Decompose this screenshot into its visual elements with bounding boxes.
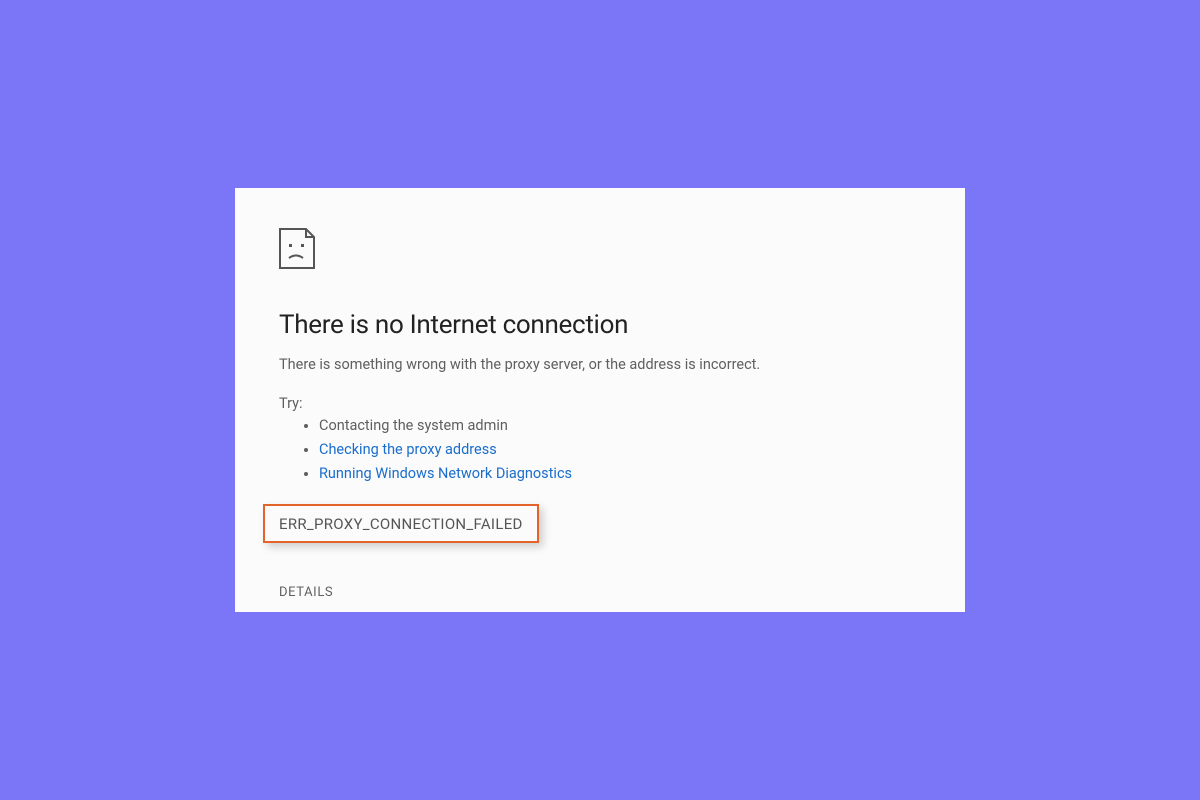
error-subtitle: There is something wrong with the proxy … (279, 356, 921, 373)
error-code-highlight: ERR_PROXY_CONNECTION_FAILED (263, 504, 539, 543)
details-button[interactable]: DETAILS (279, 585, 333, 600)
suggestion-item: Contacting the system admin (319, 414, 921, 438)
error-panel: There is no Internet connection There is… (235, 188, 965, 612)
suggestions-list: Contacting the system admin Checking the… (279, 414, 921, 486)
network-diagnostics-link[interactable]: Running Windows Network Diagnostics (319, 465, 572, 482)
error-title: There is no Internet connection (279, 310, 921, 340)
sad-page-icon (279, 228, 921, 274)
try-label: Try: (279, 395, 921, 412)
suggestion-item: Running Windows Network Diagnostics (319, 462, 921, 486)
error-code-text: ERR_PROXY_CONNECTION_FAILED (279, 515, 523, 533)
proxy-address-link[interactable]: Checking the proxy address (319, 441, 497, 458)
suggestion-text: Contacting the system admin (319, 417, 508, 434)
suggestion-item: Checking the proxy address (319, 438, 921, 462)
